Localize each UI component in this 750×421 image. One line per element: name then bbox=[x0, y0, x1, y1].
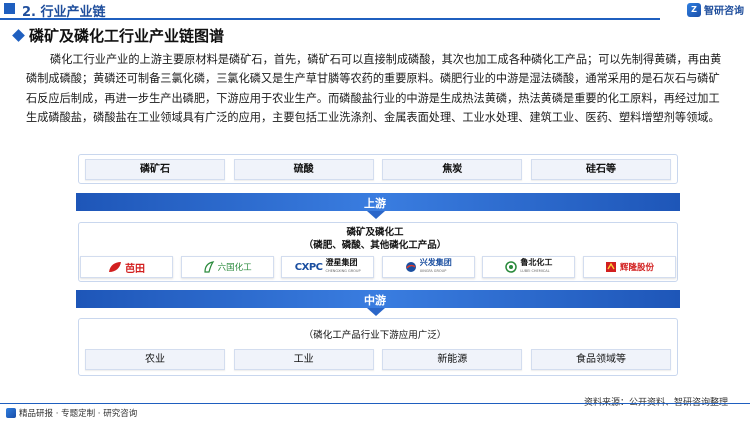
company-sub: XINGFA GROUP bbox=[419, 269, 447, 273]
top-header: 2. 行业产业链 Z 智研咨询 bbox=[0, 0, 750, 20]
company-name: 辉隆股份 bbox=[619, 263, 654, 273]
footer-text: 精品研报 · 专题定制 · 研究咨询 bbox=[19, 409, 138, 419]
header-divider bbox=[0, 18, 660, 20]
upstream-item: 硅石等 bbox=[530, 159, 671, 180]
downstream-row: 农业 工业 新能源 食品领域等 bbox=[79, 349, 677, 370]
page-title-text: 磷矿及磷化工行业产业链图谱 bbox=[29, 27, 225, 45]
cxpc-logo: CXPC bbox=[294, 261, 323, 273]
upstream-item: 磷矿石 bbox=[85, 159, 225, 180]
company-logo-batian: 芭田 bbox=[80, 256, 173, 278]
company-logo-huilong: 辉隆股份 bbox=[582, 256, 676, 278]
upstream-label: 上游 bbox=[364, 197, 386, 210]
leaf-icon bbox=[109, 262, 121, 272]
brand-logo-icon: Z bbox=[687, 2, 701, 17]
company-logo-chengxing: CXPC 澄星集团 CHENGXING GROUP bbox=[281, 256, 375, 278]
company-name: 六国化工 bbox=[217, 263, 252, 273]
company-logo-row: 芭田 六国化工 CXPC 澄星集团 CHENGXING GROUP 兴发集团 X… bbox=[80, 256, 676, 278]
midstream-caption-1: 磷矿及磷化工 bbox=[346, 227, 404, 238]
company-sub: LUBEI CHEMICAL bbox=[520, 269, 550, 273]
downstream-frame: 农业 工业 新能源 食品领域等 bbox=[78, 318, 678, 376]
square-logo bbox=[605, 262, 616, 272]
downstream-caption: （磷化工产品行业下游应用广泛） bbox=[303, 330, 447, 341]
company-logo-lubei: 鲁北化工 LUBEI CHEMICAL bbox=[482, 256, 576, 278]
section-marker bbox=[4, 3, 15, 14]
diamond-icon bbox=[12, 29, 25, 42]
upstream-item: 硫酸 bbox=[233, 159, 374, 180]
downstream-item: 工业 bbox=[233, 349, 374, 370]
footer-left: 精品研报 · 专题定制 · 研究咨询 bbox=[6, 407, 137, 419]
downstream-item: 新能源 bbox=[382, 349, 523, 370]
upstream-item: 焦炭 bbox=[382, 159, 523, 180]
upstream-row: 磷矿石 硫酸 焦炭 硅石等 bbox=[79, 159, 677, 180]
company-logo-liuguo: 六国化工 bbox=[180, 256, 274, 278]
brand: Z 智研咨询 bbox=[687, 2, 744, 17]
downstream-item: 农业 bbox=[85, 349, 225, 370]
midstream-label: 中游 bbox=[364, 294, 386, 307]
company-name: 芭田 bbox=[125, 263, 145, 275]
arrow-down-icon bbox=[367, 308, 385, 316]
company-logo-xingfa: 兴发集团 XINGFA GROUP bbox=[381, 256, 475, 278]
company-name: 鲁北化工 bbox=[520, 258, 553, 267]
circle-logo bbox=[505, 261, 518, 273]
upstream-frame: 磷矿石 硫酸 焦炭 硅石等 bbox=[78, 154, 678, 184]
midstream-caption-2: （磷肥、磷酸、其他磷化工产品） bbox=[303, 240, 447, 251]
globe-icon bbox=[405, 262, 416, 272]
company-name: 澄星集团 bbox=[325, 258, 358, 267]
page-title: 磷矿及磷化工行业产业链图谱 bbox=[12, 25, 225, 46]
upstream-band: 上游 bbox=[0, 193, 750, 211]
midstream-band: 中游 bbox=[0, 290, 750, 308]
footer-logo-icon bbox=[6, 408, 16, 418]
brand-name: 智研咨询 bbox=[704, 6, 744, 17]
downstream-item: 食品领域等 bbox=[530, 349, 671, 370]
company-sub: CHENGXING GROUP bbox=[325, 269, 361, 273]
arrow-down-icon bbox=[367, 211, 385, 219]
company-name: 兴发集团 bbox=[419, 258, 452, 267]
leaf-icon bbox=[203, 261, 214, 273]
intro-paragraph: 磷化工行业产业的上游主要原材料是磷矿石，首先，磷矿石可以直接制成磷酸，其次也加工… bbox=[26, 53, 722, 125]
